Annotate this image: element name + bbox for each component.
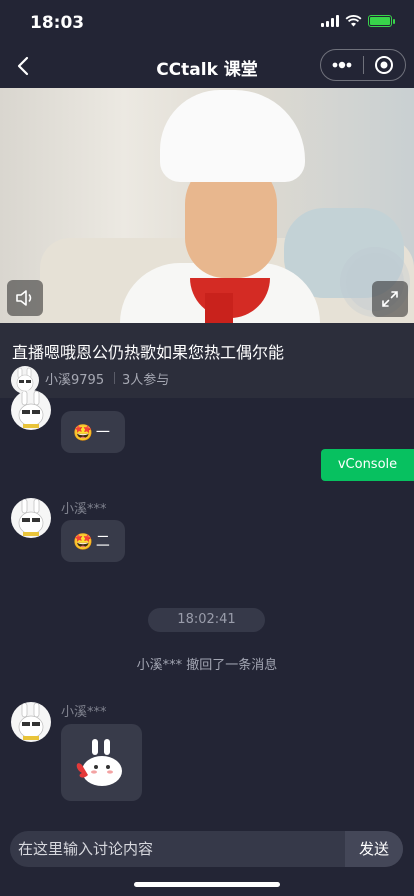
sender-avatar[interactable]	[11, 498, 51, 538]
rabbit-avatar-icon	[18, 390, 44, 428]
course-title: 直播嗯哦恩公仍热歌如果您热工偶尔能	[12, 343, 285, 362]
close-mini-program-button[interactable]	[364, 50, 406, 80]
message-text: 一	[95, 425, 110, 441]
timestamp-divider: 18:02:41	[148, 608, 265, 632]
home-indicator	[134, 882, 280, 887]
message-bubble[interactable]: 🤩 二	[61, 520, 125, 562]
recall-notice: 小溪*** 撤回了一条消息	[136, 658, 278, 673]
wifi-icon	[345, 15, 362, 27]
message-bubble[interactable]: 🤩 一	[61, 411, 125, 453]
volume-button[interactable]	[7, 280, 43, 316]
more-icon	[332, 61, 352, 69]
vconsole-button[interactable]: vConsole	[321, 449, 414, 481]
rabbit-avatar-icon	[18, 498, 44, 536]
rabbit-avatar-icon	[18, 702, 44, 740]
status-bar: 18:03	[0, 0, 414, 44]
emoji-icon: 🤩	[73, 422, 93, 442]
meta-divider	[114, 372, 115, 384]
participant-count: 3人参与	[122, 373, 170, 388]
video-child-scarf-tail	[205, 293, 233, 323]
emoji-icon: 🤩	[73, 531, 93, 551]
video-chef-hat	[160, 90, 305, 182]
message-text: 二	[95, 534, 110, 550]
sender-avatar[interactable]	[11, 390, 51, 430]
course-info: 直播嗯哦恩公仍热歌如果您热工偶尔能 小溪9795 3人参与	[0, 323, 414, 398]
status-icons	[321, 15, 395, 27]
nav-bar: CCtalk 课堂	[0, 44, 414, 88]
fullscreen-icon	[382, 291, 398, 307]
status-time: 18:03	[30, 13, 85, 33]
fullscreen-button[interactable]	[372, 281, 408, 317]
send-button[interactable]: 发送	[345, 831, 403, 867]
discussion-input[interactable]	[10, 831, 344, 867]
signal-icon	[321, 15, 339, 27]
target-icon	[375, 56, 394, 74]
video-player[interactable]	[0, 88, 414, 323]
battery-icon	[368, 15, 395, 27]
more-button[interactable]	[321, 50, 363, 80]
rabbit-sticker	[76, 738, 122, 786]
teacher-name[interactable]: 小溪9795	[45, 369, 104, 388]
volume-icon	[16, 290, 32, 306]
sticker-bubble[interactable]	[61, 724, 142, 801]
sender-name: 小溪***	[61, 502, 107, 517]
sender-name: 小溪***	[61, 705, 107, 720]
sender-avatar[interactable]	[11, 702, 51, 742]
chat-input-bar: 发送	[10, 831, 403, 867]
mini-program-capsule	[320, 49, 406, 81]
